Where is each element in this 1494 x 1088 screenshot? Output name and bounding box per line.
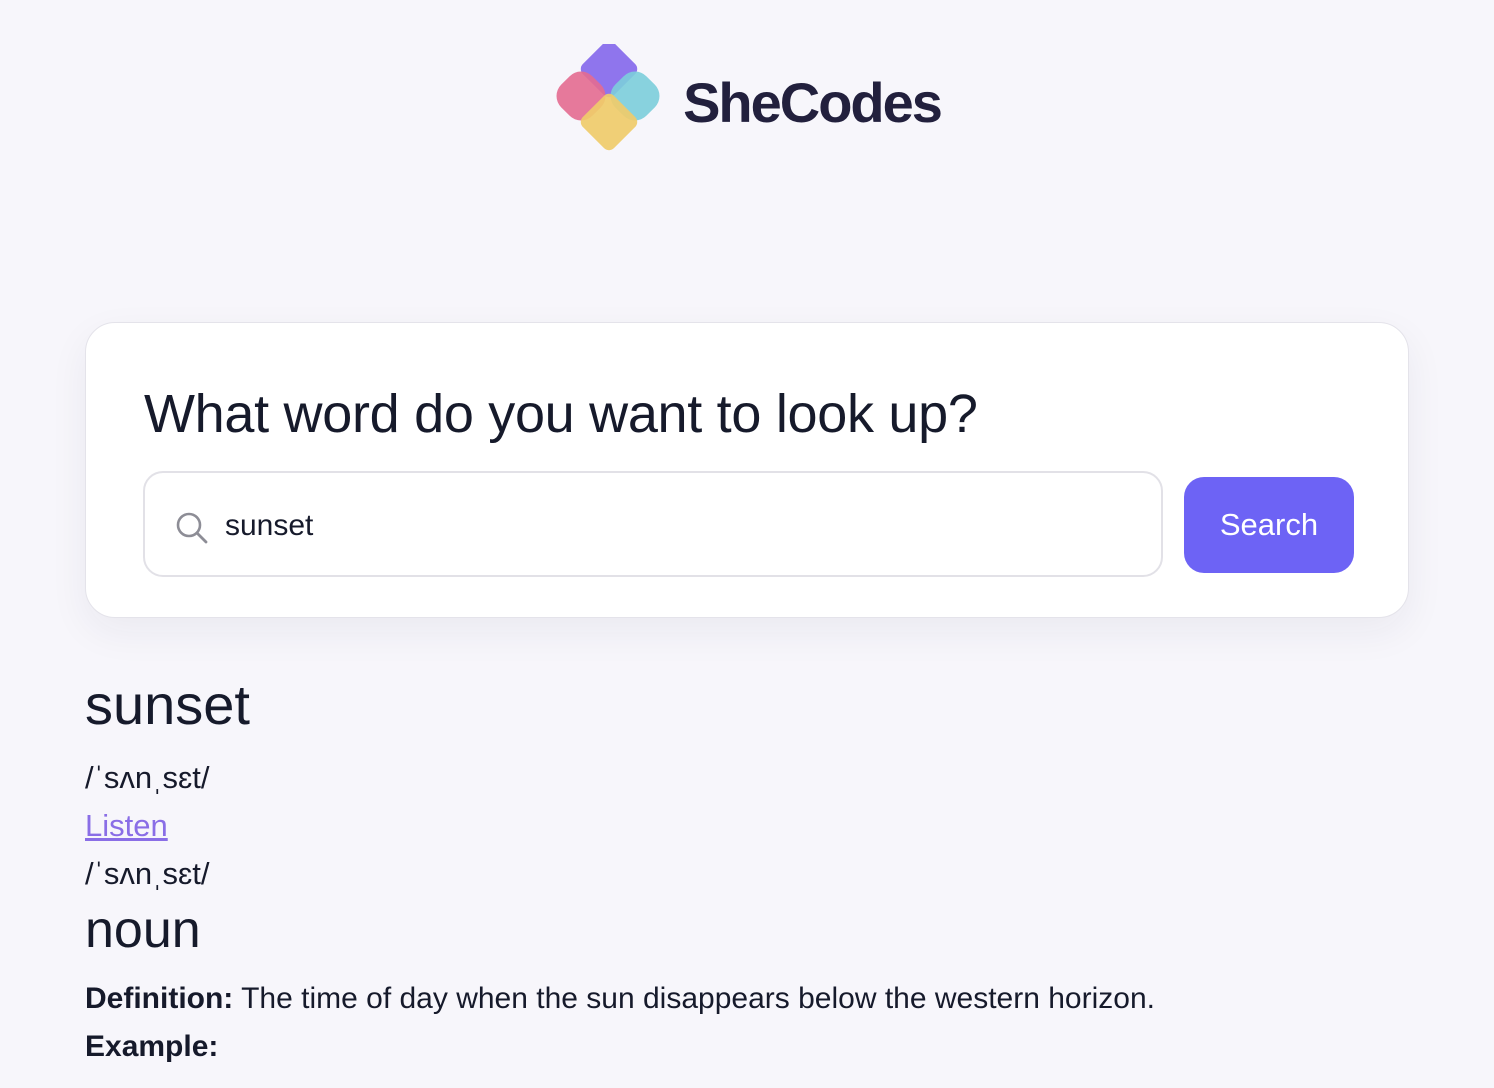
phonetic-text-secondary: /ˈsʌnˌsɛt/ bbox=[85, 856, 210, 891]
search-heading: What word do you want to look up? bbox=[144, 384, 978, 444]
header: SheCodes bbox=[0, 44, 1494, 160]
definition-text: The time of day when the sun disappears … bbox=[233, 982, 1155, 1015]
example-label: Example: bbox=[85, 1030, 219, 1063]
listen-link[interactable]: Listen bbox=[85, 808, 168, 844]
phonetic-text: /ˈsʌnˌsɛt/ bbox=[85, 760, 210, 795]
definition-line: Definition: The time of day when the sun… bbox=[85, 982, 1155, 1016]
part-of-speech: noun bbox=[85, 901, 201, 959]
definition-label: Definition: bbox=[85, 982, 234, 1015]
dictionary-page: SheCodes What word do you want to look u… bbox=[0, 0, 1494, 1088]
example-line: Example: bbox=[85, 1030, 218, 1064]
shecodes-logo-icon bbox=[556, 44, 660, 151]
search-field[interactable] bbox=[143, 471, 1163, 577]
brand-name: SheCodes bbox=[683, 70, 943, 134]
shecodes-logo[interactable]: SheCodes bbox=[553, 44, 943, 160]
result-word: sunset bbox=[85, 673, 250, 736]
search-button[interactable]: Search bbox=[1184, 477, 1354, 573]
search-card: What word do you want to look up? Search bbox=[85, 322, 1409, 618]
search-icon bbox=[176, 512, 208, 544]
search-input[interactable] bbox=[225, 497, 1125, 555]
